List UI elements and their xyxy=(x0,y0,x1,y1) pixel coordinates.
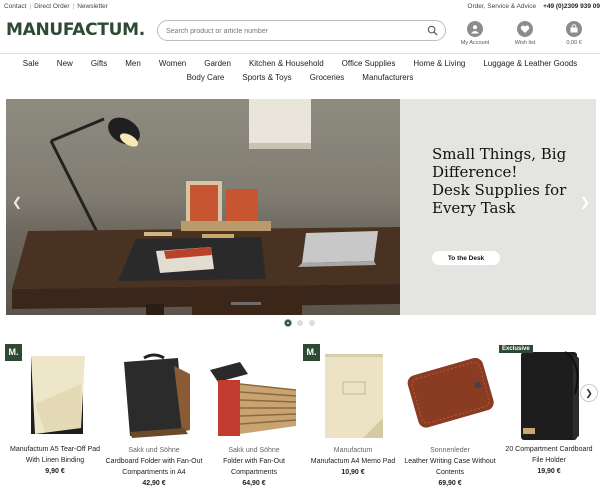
nav-item-luggage[interactable]: Luggage & Leather Goods xyxy=(483,59,577,68)
carousel-dot-2[interactable] xyxy=(297,320,303,326)
nav-item-garden[interactable]: Garden xyxy=(204,59,231,68)
service-link[interactable]: Order, Service & Advice xyxy=(467,3,536,10)
product-image[interactable]: M. xyxy=(5,344,105,444)
nav-item-gifts[interactable]: Gifts xyxy=(91,59,107,68)
product-name: 20 Compartment Cardboard File Holder xyxy=(505,446,593,464)
product-card[interactable]: Exclusive 20 Compartment Cardboard File … xyxy=(499,344,599,475)
leather-case-illustration xyxy=(407,357,494,428)
manufactum-badge: M. xyxy=(303,344,320,361)
product-brand: Sakk und Söhne xyxy=(128,447,180,454)
cart-button[interactable]: 0,00 € xyxy=(554,21,594,46)
product-price: 9,90 € xyxy=(45,468,65,475)
product-price: 42,90 € xyxy=(142,480,166,487)
product-price: 64,90 € xyxy=(242,480,266,487)
heart-icon xyxy=(517,21,533,37)
nav-item-women[interactable]: Women xyxy=(159,59,186,68)
cart-total: 0,00 € xyxy=(566,40,582,46)
cardboard-folder-illustration xyxy=(124,353,190,438)
hero-text-panel: Small Things, Big Difference! Desk Suppl… xyxy=(400,99,596,315)
phone-number: +49 (0)2309 939 09 xyxy=(543,3,600,10)
nav-item-men[interactable]: Men xyxy=(125,59,141,68)
product-card[interactable]: Sakk und Söhne Cardboard Folder with Fan… xyxy=(104,344,204,487)
nav-item-new[interactable]: New xyxy=(57,59,73,68)
nav-item-sale[interactable]: Sale xyxy=(23,59,39,68)
product-brand: Sonnenleder xyxy=(430,447,470,454)
search-icon[interactable] xyxy=(427,25,438,36)
product-brand: Sakk und Söhne xyxy=(228,447,280,454)
product-name: Manufactum A4 Memo Pad xyxy=(310,458,396,465)
hero-desk-image[interactable] xyxy=(6,99,400,315)
product-card[interactable]: M. Manufactum A5 Tear-Off Pad With Linen… xyxy=(5,344,105,475)
wishlist-button[interactable]: Wish list xyxy=(505,21,545,46)
carousel-dot-3[interactable] xyxy=(309,320,315,326)
nav-item-body-care[interactable]: Body Care xyxy=(187,73,225,82)
product-name: Cardboard Folder with Fan-Out Compartmen… xyxy=(105,458,203,476)
carousel-dot-1[interactable] xyxy=(285,320,291,326)
contact-link[interactable]: Contact xyxy=(4,3,26,10)
nav-item-home[interactable]: Home & Living xyxy=(413,59,465,68)
product-carousel: M. Manufactum A5 Tear-Off Pad With Linen… xyxy=(0,344,600,491)
utility-bar: Contact | Direct Order | Newsletter Orde… xyxy=(0,0,600,13)
direct-order-link[interactable]: Direct Order xyxy=(34,3,69,10)
product-price: 69,90 € xyxy=(438,480,462,487)
carousel-next-icon[interactable]: ❯ xyxy=(580,195,590,209)
product-image[interactable] xyxy=(204,344,304,444)
nav-item-groceries[interactable]: Groceries xyxy=(310,73,345,82)
nav-item-office[interactable]: Office Supplies xyxy=(342,59,396,68)
nav-item-kitchen[interactable]: Kitchen & Household xyxy=(249,59,324,68)
my-account-button[interactable]: My Account xyxy=(455,21,495,46)
product-card[interactable]: M. Manufactum Manufactum A4 Memo Pad 10,… xyxy=(303,344,403,476)
carousel-pagination xyxy=(285,320,315,326)
hero-headline-line: Difference! xyxy=(432,163,518,181)
manufactum-badge: M. xyxy=(5,344,22,361)
hero-headline-line: Every Task xyxy=(432,199,516,217)
divider: | xyxy=(29,3,32,10)
product-name: Folder with Fan-Out Compartments xyxy=(223,458,285,476)
hero-headline-line: Desk Supplies for xyxy=(432,181,567,199)
divider: | xyxy=(72,3,75,10)
product-image[interactable] xyxy=(400,344,500,444)
carousel-prev-icon[interactable]: ❮ xyxy=(12,195,22,209)
search-bar xyxy=(157,20,446,41)
nav-row-1: Sale New Gifts Men Women Garden Kitchen … xyxy=(0,59,600,68)
desk-scene-illustration xyxy=(12,99,400,315)
product-carousel-next-icon[interactable]: ❯ xyxy=(580,384,598,402)
product-name: Manufactum A5 Tear-Off Pad With Linen Bi… xyxy=(9,446,100,464)
newsletter-link[interactable]: Newsletter xyxy=(77,3,108,10)
product-image[interactable] xyxy=(104,344,204,444)
to-the-desk-button[interactable]: To the Desk xyxy=(432,251,500,265)
main-navigation: Sale New Gifts Men Women Garden Kitchen … xyxy=(0,53,600,82)
service-info: Order, Service & Advice +49 (0)2309 939 … xyxy=(467,3,600,10)
nav-item-manufacturers[interactable]: Manufacturers xyxy=(362,73,413,82)
site-logo[interactable]: MANUFACTUM. xyxy=(6,20,145,40)
product-card[interactable]: Sakk und Söhne Folder with Fan-Out Compa… xyxy=(204,344,304,487)
utility-links: Contact | Direct Order | Newsletter xyxy=(4,3,108,10)
exclusive-badge: Exclusive xyxy=(499,345,533,353)
hero-headline: Small Things, Big Difference! Desk Suppl… xyxy=(432,145,582,217)
hero-carousel: Small Things, Big Difference! Desk Suppl… xyxy=(6,99,596,315)
product-name: Leather Writing Case Without Contents xyxy=(404,458,496,476)
wishlist-label: Wish list xyxy=(514,40,536,46)
my-account-label: My Account xyxy=(460,40,490,46)
product-price: 19,90 € xyxy=(537,468,561,475)
nav-row-2: Body Care Sports & Toys Groceries Manufa… xyxy=(0,73,600,82)
cart-icon xyxy=(566,21,582,37)
fan-out-folder-illustration xyxy=(210,362,297,436)
search-input[interactable] xyxy=(166,24,421,38)
product-image[interactable]: M. xyxy=(303,344,403,444)
product-price: 10,90 € xyxy=(341,469,365,476)
nav-item-sports[interactable]: Sports & Toys xyxy=(242,73,291,82)
user-icon xyxy=(467,21,483,37)
product-card[interactable]: Sonnenleder Leather Writing Case Without… xyxy=(400,344,500,487)
hero-headline-line: Small Things, Big xyxy=(432,145,567,163)
product-brand: Manufactum xyxy=(333,447,373,454)
